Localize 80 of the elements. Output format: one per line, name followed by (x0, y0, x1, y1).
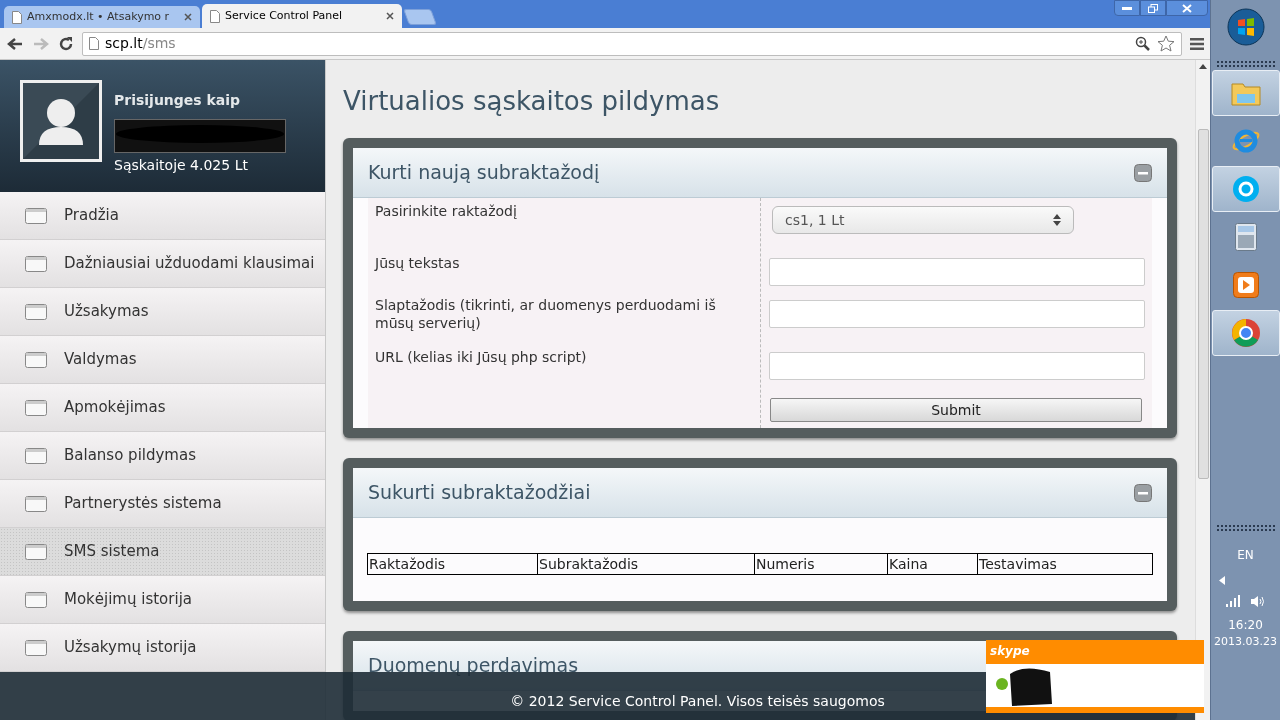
input-field[interactable] (769, 352, 1145, 380)
page-icon (210, 9, 220, 23)
tab-title: Amxmodx.lt • Atsakymo r (27, 8, 171, 25)
dropdown[interactable]: cs1, 1 Lt (772, 206, 1074, 234)
column-header: Testavimas (978, 555, 1058, 574)
window-icon (25, 447, 47, 464)
menu-item[interactable]: Mokėjimų istorija (0, 576, 325, 624)
close-icon (1182, 3, 1192, 13)
new-tab-button[interactable] (403, 9, 437, 25)
zoom-icon[interactable] (1135, 35, 1151, 52)
folder-icon (1230, 80, 1261, 106)
window-icon (25, 255, 47, 272)
calculator-icon (1234, 223, 1257, 251)
page-icon (89, 37, 99, 50)
collapse-icon[interactable] (1134, 483, 1152, 502)
column-header: Kaina (888, 554, 978, 574)
skype-logo: skype (990, 643, 1030, 660)
scroll-thumb[interactable] (1197, 129, 1209, 479)
skype-icon (1231, 175, 1260, 203)
reload-icon[interactable] (58, 35, 74, 52)
column-header: Subraktažodis (538, 554, 755, 574)
taskbar-button[interactable] (1211, 166, 1280, 212)
menu-item[interactable]: Užsakymų istorija (0, 624, 325, 672)
taskbar-button[interactable] (1211, 310, 1280, 356)
field-label: Jūsų tekstas (375, 254, 461, 273)
browser-tab[interactable]: Amxmodx.lt • Atsakymo r (4, 6, 200, 28)
menu-item[interactable]: Apmokėjimas (0, 384, 325, 432)
menu-icon[interactable] (1190, 37, 1204, 50)
input-field[interactable] (769, 258, 1145, 286)
close-icon[interactable] (184, 13, 192, 21)
panel-header: Kurti naują subraktažodį (353, 148, 1167, 198)
close-icon[interactable] (386, 12, 394, 20)
window-icon (25, 351, 47, 368)
page-title: Virtualios sąskaitos pildymas (343, 85, 721, 118)
restore-button[interactable] (1140, 0, 1166, 16)
balance-text: Sąskaitoje 4.025 Lt (114, 156, 249, 175)
window-icon (25, 495, 47, 512)
input-field[interactable] (769, 300, 1145, 328)
page-icon (12, 10, 22, 24)
column-header: Numeris (755, 554, 888, 574)
dropdown-arrows-icon (1053, 214, 1061, 226)
window-icon (25, 303, 47, 320)
menu-item[interactable]: SMS sistema (0, 528, 325, 576)
field-label: URL (kelias iki Jūsų php script) (375, 348, 588, 367)
column-header: Raktažodis (368, 554, 538, 574)
speaker-icon[interactable] (1249, 595, 1266, 608)
window-icon (25, 639, 47, 656)
minimize-button[interactable] (1114, 0, 1140, 16)
start-icon[interactable] (1226, 8, 1265, 46)
minimize-icon (1122, 6, 1132, 10)
menu-item[interactable]: Balanso pildymas (0, 432, 325, 480)
menu-item[interactable]: Pradžia (0, 192, 325, 240)
url-text: scp.lt/sms (105, 34, 176, 53)
menu-item[interactable]: Valdymas (0, 336, 325, 384)
restore-icon (1148, 3, 1158, 13)
browser-tab[interactable]: Service Control Panel (202, 4, 402, 28)
menu-item[interactable]: Užsakymas (0, 288, 325, 336)
star-icon[interactable] (1157, 35, 1175, 52)
panel-header: Sukurti subraktažodžiai (353, 468, 1167, 518)
submit-button[interactable]: Submit (770, 398, 1142, 422)
window-icon (25, 543, 47, 560)
back-icon[interactable] (6, 36, 24, 51)
window-icon (25, 591, 47, 608)
expand-tray-icon[interactable] (1219, 576, 1225, 585)
address-bar[interactable]: scp.lt/sms (82, 31, 1182, 56)
collapse-icon[interactable] (1134, 163, 1152, 182)
tab-title: Service Control Panel (225, 7, 344, 24)
close-button[interactable] (1166, 0, 1208, 16)
scroll-up-icon[interactable] (1199, 64, 1207, 69)
footer-text: © 2012 Service Control Panel. Visos teisės saugomos (510, 692, 885, 711)
chrome-icon (1230, 318, 1261, 348)
field-label: Slaptažodis (tikrinti, ar duomenys perduodami iš mūsų serverių) (375, 296, 717, 333)
menu-item[interactable]: Dažniausiai užduodami klausimai (0, 240, 325, 288)
signal-icon[interactable] (1225, 595, 1242, 607)
window-icon (25, 207, 47, 224)
menu-item[interactable]: Partnerystės sistema (0, 480, 325, 528)
logged-in-label: Prisijunges kaip (114, 91, 242, 110)
window-icon (25, 399, 47, 416)
field-label: Pasirinkite raktažodį (375, 202, 518, 221)
play-icon (1232, 272, 1259, 298)
